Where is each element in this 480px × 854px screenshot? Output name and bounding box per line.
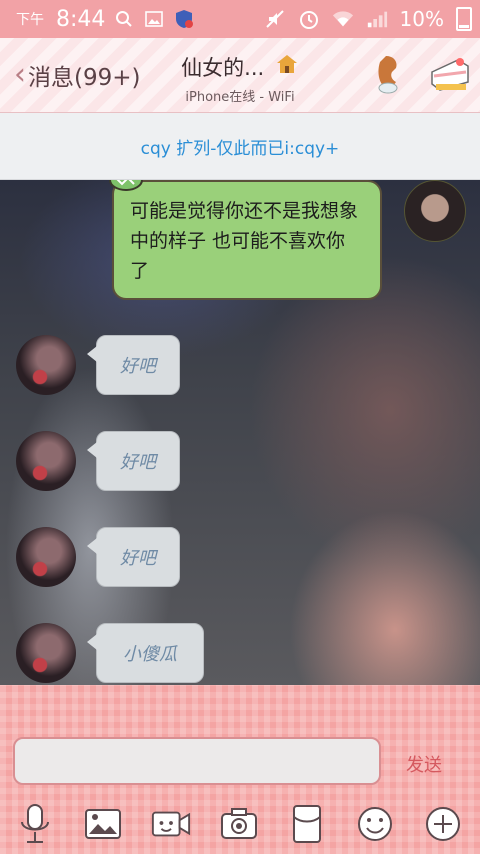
bubble-decoration-icon <box>109 180 143 191</box>
my-avatar[interactable] <box>404 180 466 242</box>
mute-icon <box>264 8 286 30</box>
wifi-icon <box>332 8 354 30</box>
contact-name: 仙女的... <box>181 56 265 80</box>
contact-avatar[interactable] <box>16 335 76 395</box>
contact-avatar[interactable] <box>16 431 76 491</box>
chat-header: ‹ 消息(99+) 仙女的... iPhone在线 - WiFi <box>0 38 480 113</box>
chat-area[interactable]: 可能是觉得你还不是我想象中的样子 也可能不喜欢你了 好吧 好吧 好吧 小傻瓜 <box>0 180 480 685</box>
message-row: 好吧 <box>0 527 480 587</box>
contact-avatar[interactable] <box>16 623 76 683</box>
plus-icon[interactable] <box>422 803 464 845</box>
profile-card-icon[interactable] <box>428 52 472 96</box>
house-icon <box>275 53 299 80</box>
battery-percent: 10% <box>399 7 444 31</box>
battery-icon <box>456 7 472 31</box>
message-bubble-other[interactable]: 小傻瓜 <box>87 623 204 683</box>
call-icon[interactable] <box>368 52 412 96</box>
gallery-icon <box>143 8 165 30</box>
message-input[interactable] <box>13 737 381 785</box>
signature-banner[interactable]: cqy 扩列-仅此而已i:cqy+ <box>0 113 480 180</box>
message-bubble-other[interactable]: 好吧 <box>87 335 180 395</box>
message-bubble-other[interactable]: 好吧 <box>87 431 180 491</box>
message-bubble-other[interactable]: 好吧 <box>87 527 180 587</box>
status-time: 8:44 <box>56 6 106 32</box>
status-ampm: 下午 <box>16 12 44 28</box>
camera-icon[interactable] <box>218 803 260 845</box>
status-bar: 下午 8:44 10% <box>0 0 480 38</box>
microphone-icon[interactable] <box>14 803 56 845</box>
input-toolbar <box>0 799 480 849</box>
message-text: 可能是觉得你还不是我想象中的样子 也可能不喜欢你了 <box>130 200 359 282</box>
search-icon <box>113 8 135 30</box>
message-row: 好吧 <box>0 431 480 491</box>
send-button[interactable]: 发送 <box>406 751 442 777</box>
video-call-icon[interactable] <box>150 803 192 845</box>
message-bubble-self[interactable]: 可能是觉得你还不是我想象中的样子 也可能不喜欢你了 <box>109 180 382 300</box>
picture-icon[interactable] <box>82 803 124 845</box>
message-row: 小傻瓜 <box>0 623 480 683</box>
signal-icon <box>366 8 388 30</box>
alarm-icon <box>298 8 320 30</box>
message-row: 好吧 <box>0 335 480 395</box>
emoji-icon[interactable] <box>354 803 396 845</box>
security-shield-icon <box>173 8 195 30</box>
contact-avatar[interactable] <box>16 527 76 587</box>
red-packet-icon[interactable] <box>286 803 328 845</box>
input-bar: 发送 <box>0 685 480 854</box>
